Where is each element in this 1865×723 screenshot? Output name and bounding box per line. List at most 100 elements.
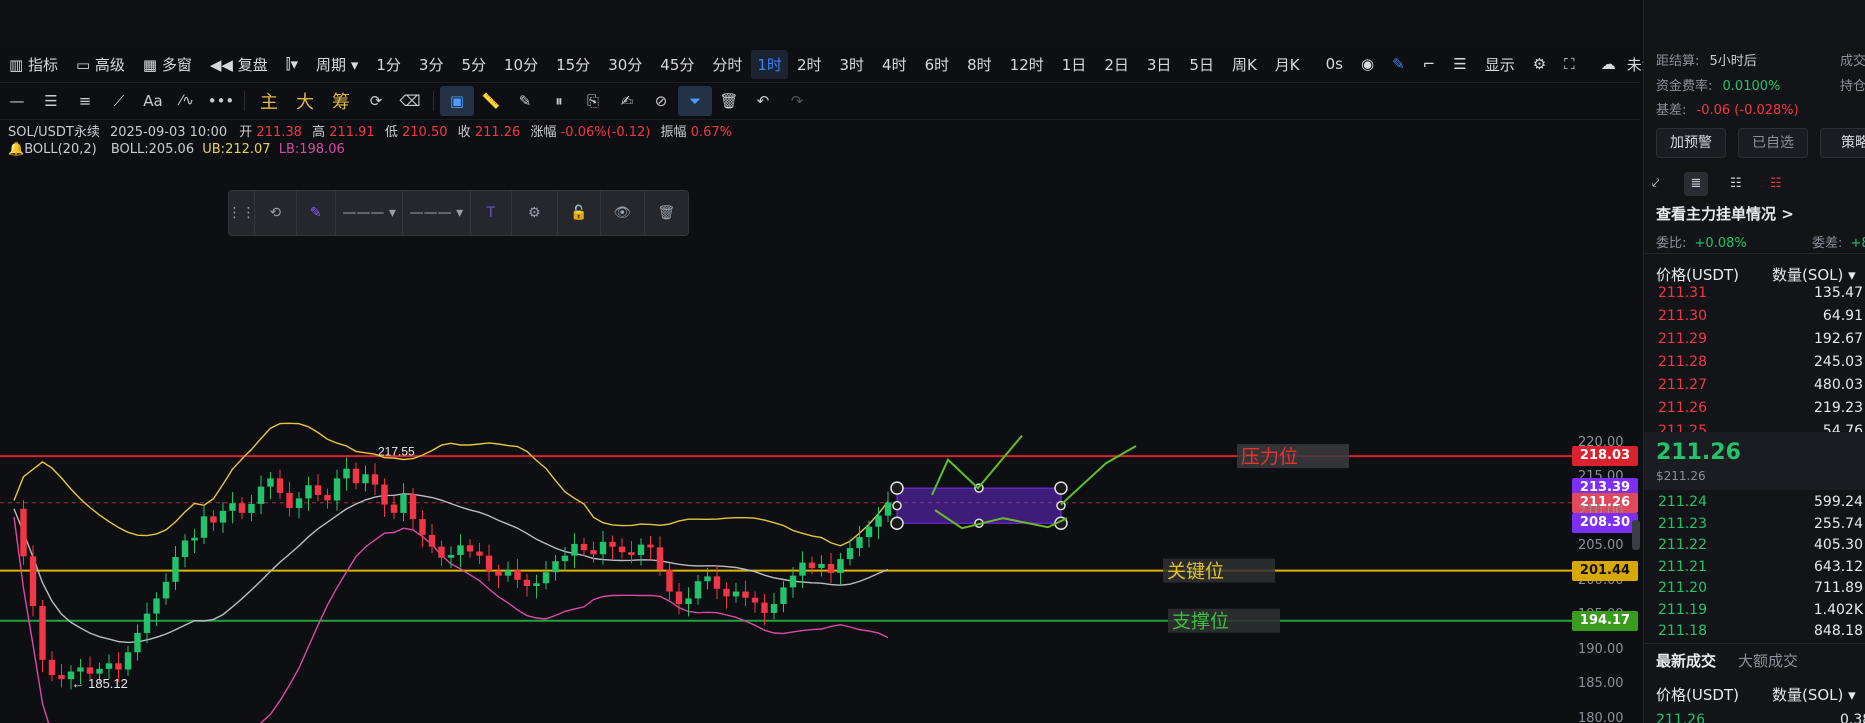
refresh-icon[interactable]: ⟳	[359, 86, 393, 116]
settings-icon[interactable]: ⚙	[1524, 55, 1555, 73]
tf-12h[interactable]: 12时	[1001, 54, 1053, 75]
funding-row: 资金费率: 0.0100%	[1656, 75, 1780, 94]
tf-timeshare[interactable]: 分时	[703, 54, 751, 75]
color-pen-icon[interactable]: ✎	[297, 191, 337, 235]
trash-icon[interactable]: 🗑	[712, 86, 746, 116]
erase-icon[interactable]: ⌫	[393, 86, 427, 116]
ask-row[interactable]: 211.31 135.47	[1658, 285, 1863, 308]
tf-8h[interactable]: 8时	[958, 54, 1001, 75]
multi-window-button[interactable]: ▦ 多窗	[134, 54, 201, 75]
tf-1mo[interactable]: 月K	[1266, 54, 1309, 75]
fullscreen-icon[interactable]: ⛶	[1555, 55, 1584, 73]
brush-icon[interactable]: ✎	[508, 86, 542, 116]
line-style-dropdown[interactable]: ——— ▾	[336, 191, 404, 235]
main-indicator-toggle[interactable]: 主	[251, 88, 287, 114]
bid-row[interactable]: 211.23 255.74	[1658, 516, 1863, 539]
ruler-icon[interactable]: 📏	[474, 86, 508, 116]
drag-handle-icon[interactable]: ⋮⋮	[228, 191, 256, 235]
tf-5m[interactable]: 5分	[452, 54, 495, 75]
tab-latest-trades[interactable]: 最新成交	[1656, 650, 1716, 671]
price-tick-label: 180.00	[1578, 710, 1624, 723]
template-icon[interactable]: ⟲	[255, 191, 297, 235]
tf-30m[interactable]: 30分	[599, 54, 651, 75]
box-resize-handle[interactable]	[890, 516, 904, 530]
eye-icon[interactable]: 👁	[601, 191, 645, 235]
bid-row[interactable]: 211.19 1.402K	[1658, 602, 1863, 625]
bid-row[interactable]: 211.21 643.12	[1658, 559, 1863, 582]
period-dropdown[interactable]: 周期 ▾	[307, 54, 367, 75]
crop-icon[interactable]: ⌐	[1414, 55, 1445, 73]
advanced-button[interactable]: ▭ 高级	[67, 54, 134, 75]
line-width-dropdown[interactable]: ——— ▾	[403, 191, 471, 235]
replay-button[interactable]: ◀◀ 复盘	[201, 54, 277, 75]
hline-tool-icon[interactable]: —	[0, 86, 34, 116]
camera-icon[interactable]: ◉	[1352, 55, 1383, 73]
pattern-tool-icon[interactable]: ⁄∿	[170, 86, 204, 116]
filter-icon[interactable]: ⏷	[678, 86, 712, 116]
ask-row[interactable]: 211.30 64.91	[1658, 308, 1863, 331]
clipboard-icon[interactable]: ⎘	[576, 86, 610, 116]
redo-icon[interactable]: ↷	[780, 86, 814, 116]
tf-1m[interactable]: 1分	[367, 54, 410, 75]
refresh-interval[interactable]: 0s	[1317, 55, 1352, 73]
bid-row[interactable]: 211.22 405.30	[1658, 537, 1863, 560]
tf-6h[interactable]: 6时	[916, 54, 959, 75]
ask-row[interactable]: 211.27 480.03	[1658, 377, 1863, 400]
trendline-tool-icon[interactable]: ⟋	[102, 86, 136, 116]
trades-qty-dropdown[interactable]: 数量(SOL) ▾	[1772, 684, 1856, 705]
note-icon[interactable]: ✍	[610, 86, 644, 116]
ob-mode-split-icon[interactable]: ≣	[1684, 172, 1708, 196]
bid-row[interactable]: 211.24 599.24	[1658, 494, 1863, 517]
scrollbar[interactable]	[1632, 520, 1640, 550]
ob-mode-asks-icon[interactable]: ☷	[1770, 176, 1782, 191]
magnet-icon[interactable]: ▣	[440, 86, 474, 116]
box-resize-handle[interactable]	[892, 500, 902, 511]
settings-gear-icon[interactable]: ⚙	[512, 191, 558, 235]
tf-1w[interactable]: 周K	[1223, 54, 1266, 75]
lock-icon[interactable]: 🔓	[558, 191, 601, 235]
tf-3m[interactable]: 3分	[410, 54, 453, 75]
cloud-icon[interactable]: ☁	[1592, 55, 1618, 73]
strategy-button[interactable]: 策略	[1820, 128, 1865, 158]
tf-10m[interactable]: 10分	[495, 54, 547, 75]
indicator-button[interactable]: ▥ 指标	[0, 54, 67, 75]
fib-tool-icon[interactable]: ≡	[68, 86, 102, 116]
add-alert-button[interactable]: 加预警	[1656, 128, 1726, 158]
orderbook-link[interactable]: 查看主力挂单情况 >	[1656, 203, 1794, 224]
list-icon[interactable]: ☰	[1444, 55, 1475, 73]
lines-tool-icon[interactable]: ☰	[34, 86, 68, 116]
tf-2d[interactable]: 2日	[1095, 54, 1138, 75]
text-tool-icon[interactable]: Aa	[136, 86, 170, 116]
tf-45m[interactable]: 45分	[651, 54, 703, 75]
tf-1h[interactable]: 1时	[751, 49, 788, 79]
tf-15m[interactable]: 15分	[547, 54, 599, 75]
tf-5d[interactable]: 5日	[1180, 54, 1223, 75]
lock-tool-icon[interactable]: ⊘	[644, 86, 678, 116]
tf-1d[interactable]: 1日	[1053, 54, 1096, 75]
tf-4h[interactable]: 4时	[873, 54, 916, 75]
big-order-toggle[interactable]: 大	[287, 88, 323, 114]
delete-icon[interactable]: 🗑	[645, 191, 688, 235]
chip-toggle[interactable]: 筹	[323, 88, 359, 114]
box-resize-handle[interactable]	[890, 481, 904, 495]
ob-mode-bids-icon[interactable]: ☷	[1730, 176, 1742, 191]
tf-2h[interactable]: 2时	[788, 54, 831, 75]
ask-row[interactable]: 211.28 245.03	[1658, 354, 1863, 377]
text-color-icon[interactable]: T	[471, 191, 513, 235]
display-button[interactable]: 显示	[1476, 54, 1524, 75]
tab-big-trades[interactable]: 大额成交	[1738, 650, 1798, 671]
pen-icon[interactable]: ✎	[1383, 55, 1414, 73]
tf-3h[interactable]: 3时	[830, 54, 873, 75]
undo-icon[interactable]: ↶	[746, 86, 780, 116]
ask-row[interactable]: 211.29 192.67	[1658, 331, 1863, 354]
ask-row[interactable]: 211.26 219.23	[1658, 400, 1863, 423]
watchlist-button[interactable]: 已自选	[1738, 128, 1808, 158]
tf-3d[interactable]: 3日	[1138, 54, 1181, 75]
more-tools-icon[interactable]: •••	[204, 86, 238, 116]
box-resize-handle[interactable]	[1054, 481, 1068, 495]
qty-header-dropdown[interactable]: 数量(SOL) ▾	[1772, 264, 1856, 285]
bar-tool-icon[interactable]: ⏸	[542, 86, 576, 116]
bid-row[interactable]: 211.20 711.89	[1658, 580, 1863, 603]
ob-mode-both-icon[interactable]: ⤦	[1652, 176, 1659, 191]
chart-type-icon[interactable]: ⫿▾	[277, 55, 307, 73]
